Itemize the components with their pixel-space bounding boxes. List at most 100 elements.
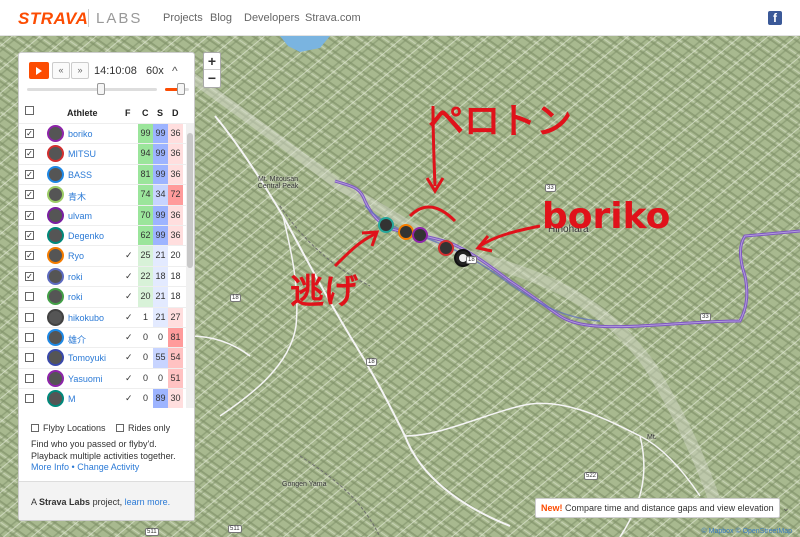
athlete-checkbox[interactable]: ✓ <box>25 149 34 159</box>
athlete-checkbox[interactable]: ✓ <box>25 210 34 220</box>
nav-projects[interactable]: Projects <box>163 12 203 24</box>
header-athlete[interactable]: Athlete <box>67 108 98 118</box>
place-gongen-yama: Gongen Yama <box>282 481 327 488</box>
athlete-row[interactable]: Yasuomi ✓ 0 0 51 <box>19 367 186 389</box>
athlete-checkbox[interactable] <box>25 292 34 302</box>
header-c[interactable]: C <box>142 108 149 118</box>
step-back-button[interactable]: « <box>52 62 70 79</box>
nav-developers[interactable]: Developers <box>244 12 300 24</box>
athlete-name[interactable]: Ryo <box>68 251 84 261</box>
header-d[interactable]: D <box>172 108 179 118</box>
labs-logo[interactable]: LABS <box>96 10 142 27</box>
athlete-name[interactable]: Tomoyuki <box>68 353 106 363</box>
learn-more-link[interactable]: learn more. <box>125 497 171 507</box>
athlete-name[interactable]: Yasuomi <box>68 374 102 384</box>
annotation-nige: 逃げ <box>290 272 358 312</box>
athlete-name[interactable]: 青木 <box>68 190 86 203</box>
select-all-checkbox[interactable] <box>25 106 34 115</box>
road-marker: 511 <box>145 528 159 536</box>
athlete-row[interactable]: ✓ Degenko 62 99 36 <box>19 224 186 246</box>
athlete-name[interactable]: hikokubo <box>68 313 104 323</box>
facebook-icon[interactable]: f <box>768 11 782 25</box>
athlete-name[interactable]: Degenko <box>68 231 104 241</box>
athlete-checkbox[interactable]: ✓ <box>25 251 34 261</box>
athlete-d-score: 36 <box>168 205 183 226</box>
athlete-checkbox[interactable] <box>25 353 34 363</box>
athlete-row[interactable]: ✓ roki ✓ 22 18 18 <box>19 265 186 287</box>
change-activity-link[interactable]: Change Activity <box>77 462 139 472</box>
flyby-locations-checkbox[interactable] <box>31 424 39 432</box>
athlete-row[interactable]: ✓ boriko 99 99 36 <box>19 123 186 144</box>
athlete-s-score: 99 <box>153 144 168 165</box>
new-feature-banner[interactable]: New! Compare time and distance gaps and … <box>535 498 790 518</box>
athlete-checkbox[interactable]: ✓ <box>25 230 34 240</box>
athlete-list-scroll-thumb[interactable] <box>187 133 193 268</box>
athlete-s-score: 0 <box>153 327 168 348</box>
road-marker: 522 <box>584 472 599 480</box>
zoom-out-button[interactable]: − <box>204 70 220 87</box>
athlete-name[interactable]: ulvam <box>68 211 92 221</box>
athlete-d-score: 36 <box>168 124 183 144</box>
logo-divider <box>88 9 89 27</box>
collapse-icon[interactable]: ^ <box>172 64 178 78</box>
athlete-checkbox[interactable]: ✓ <box>25 190 34 200</box>
athlete-row[interactable]: ✓ 青木 74 34 72 <box>19 184 186 206</box>
athlete-name[interactable]: BASS <box>68 170 92 180</box>
athlete-checkbox[interactable] <box>25 332 34 342</box>
header-s[interactable]: S <box>157 108 163 118</box>
athlete-name[interactable]: M <box>68 394 76 404</box>
athlete-row[interactable]: ✓ ulvam 70 99 36 <box>19 204 186 226</box>
road-marker: 18 <box>366 358 377 366</box>
athlete-d-score: 36 <box>168 164 183 185</box>
athlete-row[interactable]: roki ✓ 20 21 18 <box>19 286 186 308</box>
playback-speed[interactable]: 60x <box>146 65 164 77</box>
panel-links: More Info • Change Activity <box>31 462 140 472</box>
map-attribution[interactable]: © Mapbox © OpenStreetMap <box>702 528 792 535</box>
time-slider-handle[interactable] <box>97 83 105 95</box>
athlete-checkbox[interactable] <box>25 373 34 383</box>
athlete-name[interactable]: roki <box>68 272 83 282</box>
top-navigation: STRAVA LABS Projects Blog Developers Str… <box>0 0 800 36</box>
athlete-checkbox[interactable]: ✓ <box>25 271 34 281</box>
annotation-pelotonn: ペロトン <box>428 101 573 142</box>
zoom-in-button[interactable]: + <box>204 53 220 70</box>
nav-strava-com[interactable]: Strava.com <box>305 12 361 24</box>
athlete-name[interactable]: boriko <box>68 129 93 139</box>
athlete-checkbox[interactable] <box>25 312 34 322</box>
athlete-name[interactable]: 雄介 <box>68 333 86 346</box>
more-info-link[interactable]: More Info <box>31 462 69 472</box>
athlete-row[interactable]: Tomoyuki ✓ 0 55 54 <box>19 347 186 369</box>
step-forward-button[interactable]: » <box>71 62 89 79</box>
rides-only-checkbox[interactable] <box>116 424 125 432</box>
athlete-c-score: 0 <box>138 348 153 369</box>
athlete-name[interactable]: roki <box>68 292 83 302</box>
speed-slider-handle[interactable] <box>177 83 185 95</box>
athlete-row[interactable]: ✓ BASS 81 99 36 <box>19 163 186 185</box>
athlete-row[interactable]: 雄介 ✓ 0 0 81 <box>19 326 186 348</box>
play-button[interactable] <box>29 62 49 79</box>
place-mt-mitousan: Mt. Mitousan Central Peak <box>257 176 299 190</box>
athlete-checkbox[interactable] <box>25 394 34 404</box>
chevron-down-icon[interactable]: ⌄ <box>782 503 790 513</box>
flyby-panel: « » 14:10:08 60x ^ Athlete F C S D ✓ bori… <box>18 52 195 521</box>
time-slider-track[interactable] <box>27 88 157 91</box>
athlete-row[interactable]: ✓ Ryo ✓ 25 21 20 <box>19 245 186 267</box>
strava-logo[interactable]: STRAVA <box>18 9 88 29</box>
athlete-row[interactable]: hikokubo ✓ 1 21 27 <box>19 306 186 328</box>
athlete-row[interactable]: ✓ MITSU 94 99 36 <box>19 143 186 165</box>
athlete-d-score: 27 <box>168 307 183 328</box>
athlete-name[interactable]: MITSU <box>68 149 96 159</box>
athlete-c-score: 0 <box>138 368 153 389</box>
athlete-row[interactable]: M ✓ 0 89 30 <box>19 388 186 408</box>
nav-blog[interactable]: Blog <box>210 12 232 24</box>
athlete-s-score: 21 <box>153 246 168 267</box>
athlete-checkbox[interactable]: ✓ <box>25 129 34 138</box>
athlete-table-header: Athlete F C S D <box>19 103 196 123</box>
athlete-checkbox[interactable]: ✓ <box>25 169 34 179</box>
header-f[interactable]: F <box>125 108 131 118</box>
avatar <box>47 206 64 224</box>
panel-footer: A Strava Labs project, learn more. <box>19 481 194 520</box>
athlete-d-score: 81 <box>168 327 183 348</box>
playback-controls: « » 14:10:08 60x ^ <box>19 53 196 101</box>
athlete-d-score: 36 <box>168 144 183 165</box>
